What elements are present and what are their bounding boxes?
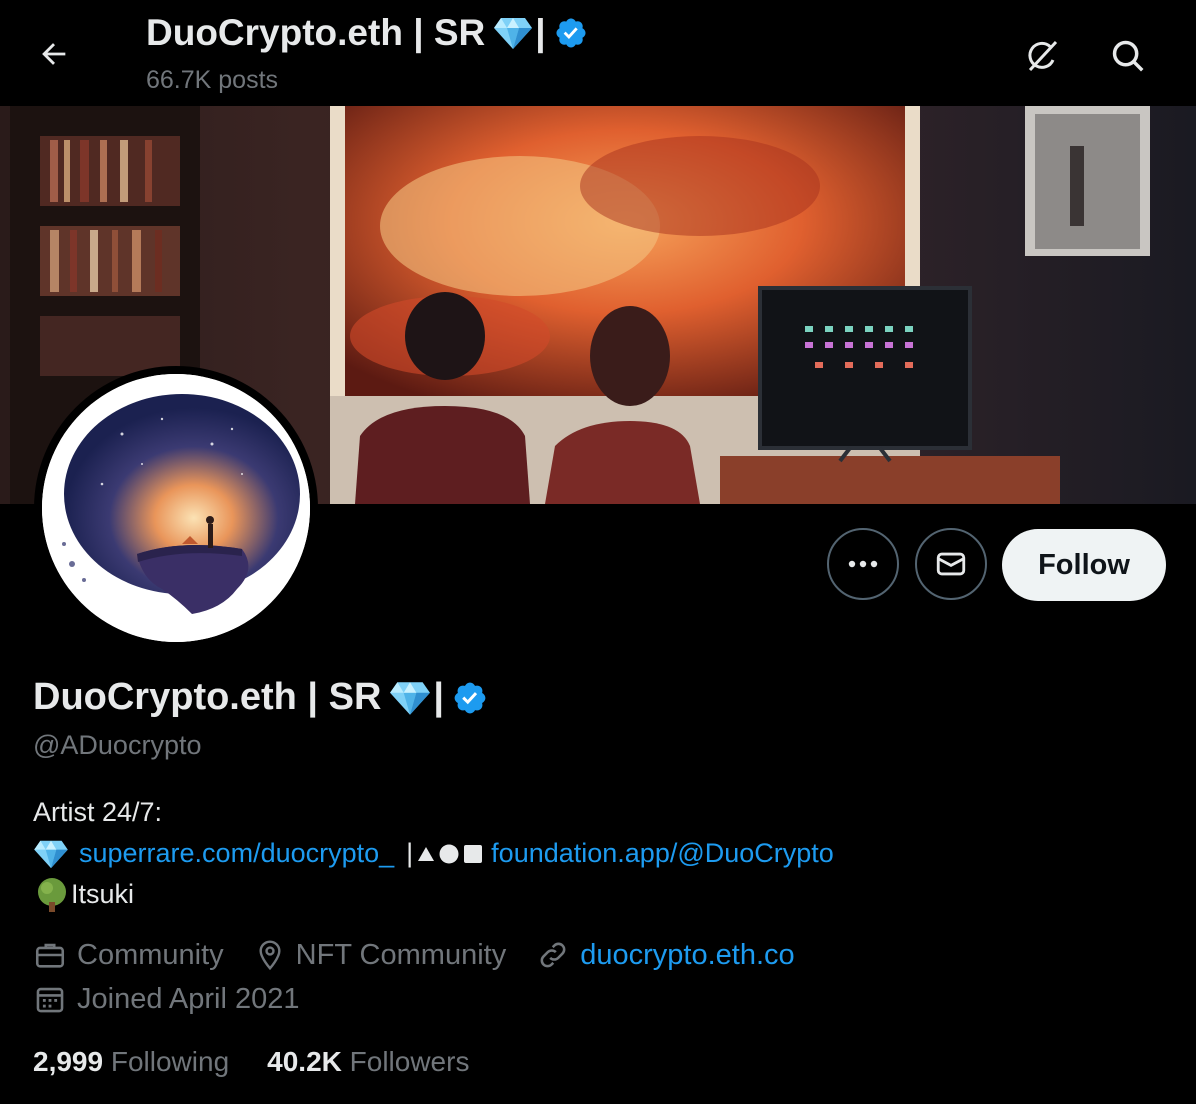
more-button[interactable] bbox=[827, 528, 899, 600]
foundation-logo bbox=[417, 843, 483, 865]
more-icon bbox=[848, 560, 878, 568]
bio-line-1: Artist 24/7: bbox=[33, 797, 163, 827]
gem-emoji bbox=[390, 681, 431, 715]
followers-label: Followers bbox=[349, 1046, 470, 1077]
top-bar: DuoCrypto.eth | SR | 66.7K posts bbox=[0, 0, 1196, 106]
profile-display-name: DuoCrypto.eth | SR bbox=[33, 676, 382, 718]
following-count: 2,999 bbox=[33, 1046, 104, 1077]
bio-line-3: Itsuki bbox=[33, 874, 834, 915]
verified-badge-icon[interactable] bbox=[452, 680, 488, 716]
back-arrow-icon bbox=[42, 43, 66, 65]
followers-link[interactable]: 40.2K Followers bbox=[267, 1046, 469, 1078]
post-count: 66.7K posts bbox=[146, 66, 279, 94]
profile-handle: @ADuocrypto bbox=[33, 730, 202, 760]
search-icon bbox=[1112, 40, 1144, 72]
mail-icon bbox=[936, 552, 966, 576]
joined-row: Joined April 2021 bbox=[33, 982, 330, 1016]
profile-name: DuoCrypto.eth | SR | bbox=[33, 676, 488, 719]
category-item: Community bbox=[33, 938, 224, 972]
profile-bio: Artist 24/7: superrare.com/duocrypto_ | … bbox=[33, 792, 834, 915]
calendar-icon bbox=[36, 987, 64, 1013]
website-link[interactable]: duocrypto.eth.co bbox=[580, 939, 794, 972]
header-bar: | bbox=[535, 12, 546, 53]
foundation-link[interactable]: foundation.app/@DuoCrypto bbox=[491, 833, 834, 874]
website-item: duocrypto.eth.co bbox=[536, 938, 795, 972]
gem-emoji bbox=[494, 18, 533, 49]
avatar-image bbox=[42, 374, 310, 642]
bio-itsuki: Itsuki bbox=[71, 879, 135, 909]
profile-meta: Community NFT Community duocrypto.eth.co bbox=[33, 938, 825, 972]
follow-button[interactable]: Follow bbox=[1002, 529, 1166, 601]
grok-icon bbox=[1028, 40, 1058, 72]
superrare-link[interactable]: superrare.com/duocrypto_ bbox=[79, 833, 394, 874]
followers-count: 40.2K bbox=[267, 1046, 342, 1077]
profile-name-bar: | bbox=[433, 676, 445, 718]
message-button[interactable] bbox=[915, 528, 987, 600]
following-label: Following bbox=[110, 1046, 230, 1077]
bio-separator: | bbox=[406, 838, 414, 868]
location-label: NFT Community bbox=[295, 938, 507, 971]
header-name: DuoCrypto.eth | SR bbox=[146, 12, 486, 53]
briefcase-icon bbox=[35, 943, 65, 968]
avatar[interactable] bbox=[34, 366, 318, 650]
location-pin-icon bbox=[259, 940, 281, 971]
following-link[interactable]: 2,999 Following bbox=[33, 1046, 229, 1078]
joined-label: Joined April 2021 bbox=[77, 982, 300, 1015]
joined-item: Joined April 2021 bbox=[33, 982, 300, 1016]
grok-button[interactable] bbox=[1016, 30, 1068, 82]
tree-emoji bbox=[38, 877, 66, 912]
location-item: NFT Community bbox=[254, 938, 507, 972]
category-label: Community bbox=[77, 938, 224, 971]
verified-badge-icon bbox=[556, 18, 586, 48]
back-button[interactable] bbox=[24, 26, 84, 82]
link-icon bbox=[540, 942, 566, 968]
search-button[interactable] bbox=[1102, 30, 1154, 82]
bio-line-2: superrare.com/duocrypto_ | foundation.ap… bbox=[33, 833, 834, 874]
gem-emoji bbox=[34, 840, 68, 868]
header-title: DuoCrypto.eth | SR | bbox=[146, 12, 588, 54]
follow-stats: 2,999 Following 40.2K Followers bbox=[33, 1046, 507, 1078]
